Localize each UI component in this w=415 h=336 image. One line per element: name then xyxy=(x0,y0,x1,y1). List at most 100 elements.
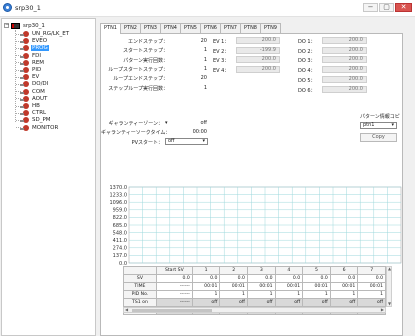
ev-field[interactable]: 200.0 xyxy=(236,56,280,64)
tab-ptn4[interactable]: PTN4 xyxy=(160,23,181,33)
column-header: Start SV xyxy=(155,266,193,275)
tree-item-label: COM xyxy=(32,88,45,95)
form-row-value[interactable]: 1 xyxy=(173,85,207,91)
table-cell[interactable]: off xyxy=(329,298,359,307)
do-field[interactable]: 200.0 xyxy=(322,37,367,44)
form-row-value[interactable]: 20 xyxy=(173,75,207,81)
module-icon xyxy=(20,38,29,45)
do-field[interactable]: 200.0 xyxy=(322,56,367,64)
table-cell[interactable]: 0.0 xyxy=(155,274,193,283)
form-row-label: スタートステップ： xyxy=(122,48,168,55)
y-tick-label: 1233.0 xyxy=(110,192,128,198)
tree-root[interactable]: − srp30_1 xyxy=(4,22,46,29)
scroll-thumb[interactable] xyxy=(132,309,212,312)
table-cell[interactable]: 1 xyxy=(302,290,331,299)
y-tick-label: 411.0 xyxy=(113,238,127,244)
do-label: DO 3： xyxy=(298,58,316,65)
tree-item-label: UN_RG/LK_ET xyxy=(32,31,70,37)
minimize-button[interactable]: − xyxy=(363,3,378,12)
table-cell[interactable]: ------ xyxy=(155,282,193,291)
table-cell[interactable]: ------ xyxy=(155,298,193,307)
form-row-value[interactable]: 1 xyxy=(173,57,207,63)
collapse-icon[interactable]: − xyxy=(4,23,9,28)
guarantee-time-value[interactable]: 00:00 xyxy=(173,129,207,135)
ev-field[interactable]: 200.0 xyxy=(236,66,280,74)
table-cell[interactable]: 00:01 xyxy=(302,282,331,291)
form-row-value[interactable]: 1 xyxy=(173,47,207,53)
table-cell[interactable]: 0.0 xyxy=(191,274,221,283)
tab-ptn2[interactable]: PTN2 xyxy=(120,23,141,33)
table-cell[interactable]: 1 xyxy=(246,290,276,299)
table-cell[interactable]: 00:01 xyxy=(357,282,386,291)
ev-field[interactable]: 200.0 xyxy=(236,37,280,44)
guarantee-zone-value[interactable]: off xyxy=(173,120,207,126)
tab-ptn8[interactable]: PTN8 xyxy=(240,23,261,33)
table-cell[interactable]: off xyxy=(357,298,386,307)
tree-item-label: EV xyxy=(32,74,40,81)
guarantee-time-label: ギャランティーソークタイム： xyxy=(101,130,171,136)
ev-label: EV 4： xyxy=(213,68,230,75)
tab-ptn3[interactable]: PTN3 xyxy=(140,23,161,33)
do-label: DO 4： xyxy=(298,68,316,75)
do-field[interactable]: 200.0 xyxy=(322,46,367,54)
table-cell[interactable]: 1 xyxy=(329,290,359,299)
pattern-chart: 1370.01233.0 1096.0 959.0822.0 685.0548.0 41… xyxy=(110,185,402,265)
row-header: SV xyxy=(123,274,157,283)
table-cell[interactable]: off xyxy=(191,298,221,307)
title-bar: srp30_1 − ▢ ✕ xyxy=(0,0,415,17)
ev-field[interactable]: -199.9 xyxy=(236,46,280,54)
do-field[interactable]: 200.0 xyxy=(322,75,367,83)
table-cell[interactable]: off xyxy=(274,298,304,307)
table-cell[interactable]: ------ xyxy=(155,290,193,299)
do-field[interactable]: 200.0 xyxy=(322,85,367,93)
table-cell[interactable]: 0.0 xyxy=(357,274,386,283)
scroll-down-icon[interactable]: ▼ xyxy=(388,302,391,306)
tab-ptn1[interactable]: PTN1 xyxy=(100,23,121,34)
table-cell[interactable]: 00:01 xyxy=(191,282,221,291)
y-tick-label: 0.0 xyxy=(119,261,127,265)
maximize-button[interactable]: ▢ xyxy=(379,3,394,12)
tab-ptn6[interactable]: PTN6 xyxy=(200,23,221,33)
table-header-row: Start SV 1 2 3 4 5 6 7 xyxy=(123,266,386,275)
tab-panel: エンドステップ： 20 スタートステップ： 1 パターン実行回数： 1 ループスタートステッ… xyxy=(100,33,403,336)
scroll-left-icon[interactable]: ◀ xyxy=(125,308,128,312)
tab-ptn7[interactable]: PTN7 xyxy=(220,23,241,33)
pv-start-select[interactable]: off ▾ xyxy=(165,138,208,145)
table-cell[interactable]: 1 xyxy=(357,290,386,299)
table-cell[interactable]: 1 xyxy=(274,290,304,299)
table-cell[interactable]: 0.0 xyxy=(274,274,304,283)
table-cell[interactable]: 00:01 xyxy=(219,282,248,291)
table-cell[interactable]: 00:01 xyxy=(274,282,304,291)
table-cell[interactable]: 1 xyxy=(219,290,248,299)
table-cell[interactable]: 0.0 xyxy=(302,274,331,283)
copy-button[interactable]: Copy xyxy=(360,133,397,142)
table-cell[interactable]: 0.0 xyxy=(246,274,276,283)
app-icon xyxy=(3,3,12,12)
table-vertical-scrollbar[interactable]: ▲ ▼ xyxy=(386,266,392,307)
table-row: TIME ------ 00:01 00:01 00:01 00:01 00:01 00:01… xyxy=(123,282,386,291)
close-button[interactable]: ✕ xyxy=(395,3,412,12)
table-cell[interactable]: off xyxy=(219,298,248,307)
form-row-value[interactable]: 1 xyxy=(173,66,207,72)
do-field[interactable]: 200.0 xyxy=(322,66,367,74)
form-row-value[interactable]: 20 xyxy=(173,38,207,44)
table-cell[interactable]: off xyxy=(246,298,276,307)
scroll-up-icon[interactable]: ▲ xyxy=(388,267,391,271)
tree-item-label: EVEO xyxy=(32,38,48,45)
y-tick-label: 137.0 xyxy=(113,253,127,259)
module-icon xyxy=(20,124,29,131)
y-tick-label: 1370.0 xyxy=(110,185,128,191)
table-cell[interactable]: 0.0 xyxy=(219,274,248,283)
pattern-copy-select[interactable]: ptn1 ▾ xyxy=(360,122,397,129)
table-cell[interactable]: 00:01 xyxy=(246,282,276,291)
table-cell[interactable]: 1 xyxy=(191,290,221,299)
table-cell[interactable]: off xyxy=(302,298,331,307)
tab-ptn5[interactable]: PTN5 xyxy=(180,23,201,33)
table-horizontal-scrollbar[interactable]: ◀ ▶ xyxy=(123,307,386,313)
tree-item[interactable]: MONITOR xyxy=(16,124,59,132)
tab-ptn9[interactable]: PTN9 xyxy=(260,23,281,33)
spin-icon[interactable]: ▾ xyxy=(165,120,168,126)
scroll-right-icon[interactable]: ▶ xyxy=(381,308,384,312)
table-cell[interactable]: 0.0 xyxy=(329,274,359,283)
table-cell[interactable]: 00:01 xyxy=(329,282,359,291)
